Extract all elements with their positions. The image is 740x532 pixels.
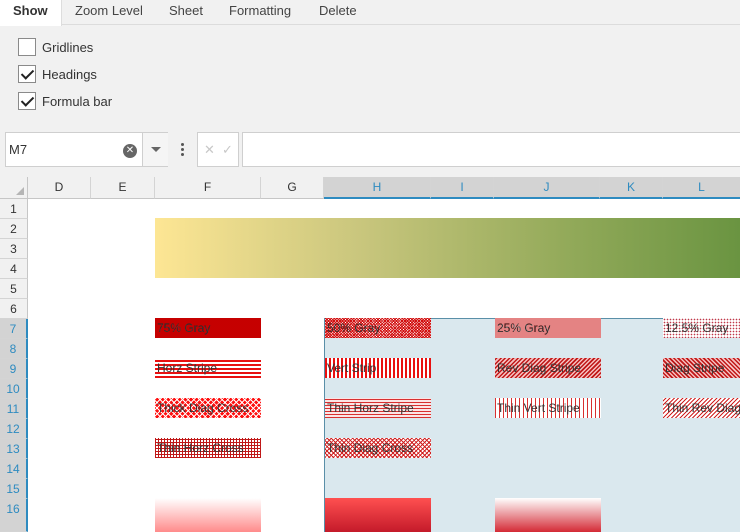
- option-formula-bar[interactable]: Formula bar: [18, 92, 112, 110]
- column-header-g[interactable]: G: [261, 177, 324, 199]
- row-header-6[interactable]: 6: [0, 299, 28, 319]
- cell-l7[interactable]: 12.5% Gray: [663, 318, 740, 338]
- column-header-k[interactable]: K: [600, 177, 663, 199]
- cell-l9[interactable]: Diag Stripe: [663, 358, 740, 378]
- formula-bar-checkbox[interactable]: [18, 92, 36, 110]
- gridlines-label: Gridlines: [42, 39, 94, 55]
- option-headings[interactable]: Headings: [18, 65, 97, 83]
- row-header-15[interactable]: 15: [0, 479, 28, 499]
- row-header-12[interactable]: 12: [0, 419, 28, 439]
- row-header-2[interactable]: 2: [0, 219, 28, 239]
- row-header-5[interactable]: 5: [0, 279, 28, 299]
- cell-h9[interactable]: Vert Strip: [325, 358, 431, 378]
- column-header-h[interactable]: H: [324, 177, 431, 199]
- column-header-e[interactable]: E: [91, 177, 155, 199]
- cell-f9[interactable]: Horz Stripe: [155, 358, 261, 378]
- row-header-10[interactable]: 10: [0, 379, 28, 399]
- headings-checkbox[interactable]: [18, 65, 36, 83]
- cell-f16-gradient[interactable]: [155, 498, 261, 532]
- cell-h11[interactable]: Thin Horz Stripe: [325, 398, 431, 418]
- tab-formatting[interactable]: Formatting: [229, 0, 291, 25]
- tab-zoom-level[interactable]: Zoom Level: [75, 0, 143, 25]
- ribbon: Show Zoom Level Sheet Formatting Delete …: [0, 0, 740, 123]
- cell-h16-gradient[interactable]: [325, 498, 431, 532]
- cell-j9[interactable]: Rev Diag Stripe: [495, 358, 601, 378]
- cell-l11[interactable]: Thin Rev Diag Stripe: [663, 398, 740, 418]
- formula-bar-label: Formula bar: [42, 93, 113, 109]
- more-vertical-icon[interactable]: [181, 143, 184, 156]
- cell-f11[interactable]: Thick Diag Cross: [155, 398, 261, 418]
- column-header-l[interactable]: L: [663, 177, 740, 199]
- formula-actions: ✕ ✓: [197, 132, 239, 167]
- tab-show[interactable]: Show: [0, 0, 62, 26]
- select-all-corner[interactable]: [0, 177, 28, 199]
- name-box-value[interactable]: M7: [9, 142, 27, 157]
- row-header-1[interactable]: 1: [0, 199, 28, 219]
- row-header-9[interactable]: 9: [0, 359, 28, 379]
- cell-h7[interactable]: 50% Gray: [325, 318, 431, 338]
- spreadsheet-grid[interactable]: D E F G H I J K L 1 2 3 4 5 6 7 8 9 10 1…: [0, 177, 740, 532]
- cell-h13[interactable]: Thin Diag Cross: [325, 438, 431, 458]
- column-header-f[interactable]: F: [155, 177, 261, 199]
- clear-icon[interactable]: ✕: [123, 144, 137, 158]
- row-header-3[interactable]: 3: [0, 239, 28, 259]
- cell-j11[interactable]: Thin Vert Stripe: [495, 398, 601, 418]
- row-header-4[interactable]: 4: [0, 259, 28, 279]
- formula-input[interactable]: [242, 132, 740, 167]
- tabs-divider: [62, 24, 740, 25]
- row-header-7[interactable]: 7: [0, 319, 28, 339]
- name-box[interactable]: M7 ✕: [5, 132, 168, 167]
- formula-bar: M7 ✕ ✕ ✓: [0, 123, 740, 177]
- row-header-14[interactable]: 14: [0, 459, 28, 479]
- column-header-d[interactable]: D: [28, 177, 91, 199]
- cell-f13[interactable]: Thin Horz Cross: [155, 438, 261, 458]
- row-header-13[interactable]: 13: [0, 439, 28, 459]
- cell-f7[interactable]: 75% Gray: [155, 318, 261, 338]
- cancel-icon[interactable]: ✕: [204, 142, 215, 158]
- column-header-i[interactable]: I: [431, 177, 494, 199]
- chevron-down-icon[interactable]: [142, 133, 168, 166]
- cell-j7[interactable]: 25% Gray: [495, 318, 601, 338]
- cell-j16-gradient[interactable]: [495, 498, 601, 532]
- confirm-icon[interactable]: ✓: [222, 142, 233, 158]
- column-header-j[interactable]: J: [494, 177, 600, 199]
- row-header-16[interactable]: 16: [0, 499, 28, 532]
- gradient-fill-cell[interactable]: [155, 218, 740, 278]
- headings-label: Headings: [42, 66, 97, 82]
- row-header-8[interactable]: 8: [0, 339, 28, 359]
- tab-sheet[interactable]: Sheet: [169, 0, 203, 25]
- option-gridlines[interactable]: Gridlines: [18, 38, 93, 56]
- ribbon-tabs: Show Zoom Level Sheet Formatting Delete: [0, 0, 740, 26]
- row-header-11[interactable]: 11: [0, 399, 28, 419]
- gridlines-checkbox[interactable]: [18, 38, 36, 56]
- tab-delete[interactable]: Delete: [319, 0, 357, 25]
